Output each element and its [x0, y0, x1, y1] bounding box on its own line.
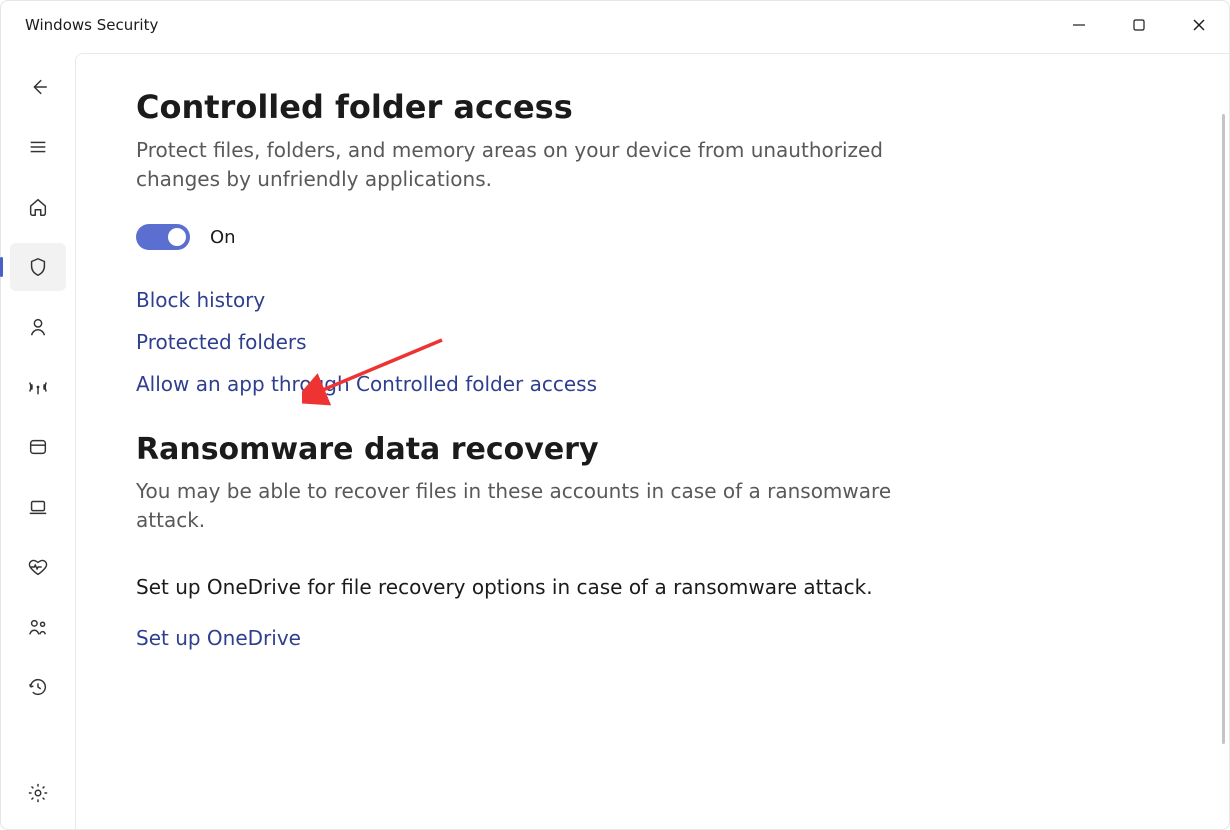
cfa-toggle[interactable] [136, 224, 190, 250]
close-button[interactable] [1169, 1, 1229, 49]
title-bar: Windows Security [1, 1, 1229, 49]
nav-app-browser-control[interactable] [10, 423, 66, 471]
cfa-toggle-label: On [210, 227, 236, 248]
laptop-icon [27, 496, 49, 518]
history-icon [27, 676, 49, 698]
nav-family-options[interactable] [10, 603, 66, 651]
recovery-heading: Ransomware data recovery [136, 432, 1169, 467]
maximize-button[interactable] [1109, 1, 1169, 49]
window-controls [1049, 1, 1229, 49]
family-icon [27, 616, 49, 638]
minimize-button[interactable] [1049, 1, 1109, 49]
recovery-description: You may be able to recover files in thes… [136, 477, 916, 535]
nav-home[interactable] [10, 183, 66, 231]
page-description: Protect files, folders, and memory areas… [136, 136, 916, 194]
maximize-icon [1132, 18, 1146, 32]
nav-firewall[interactable] [10, 363, 66, 411]
nav-device-performance[interactable] [10, 543, 66, 591]
app-window-icon [27, 436, 49, 458]
setup-onedrive-link[interactable]: Set up OneDrive [136, 626, 301, 650]
shield-icon [27, 256, 49, 278]
nav-device-security[interactable] [10, 483, 66, 531]
protected-folders-link[interactable]: Protected folders [136, 330, 307, 354]
nav-settings[interactable] [10, 769, 66, 817]
heart-pulse-icon [27, 556, 49, 578]
nav-account-protection[interactable] [10, 303, 66, 351]
close-icon [1192, 18, 1206, 32]
person-icon [27, 316, 49, 338]
nav-protection-history[interactable] [10, 663, 66, 711]
content-area: Controlled folder access Protect files, … [75, 53, 1229, 829]
window-title: Windows Security [25, 16, 158, 34]
back-button[interactable] [10, 63, 66, 111]
block-history-link[interactable]: Block history [136, 288, 265, 312]
page-title: Controlled folder access [136, 88, 1169, 126]
antenna-icon [27, 376, 49, 398]
home-icon [27, 196, 49, 218]
scrollbar[interactable] [1222, 114, 1225, 829]
nav-virus-protection[interactable] [10, 243, 66, 291]
scrollbar-thumb[interactable] [1222, 114, 1225, 744]
cfa-links: Block history Protected folders Allow an… [136, 288, 1169, 396]
gear-icon [27, 782, 49, 804]
allow-app-link[interactable]: Allow an app through Controlled folder a… [136, 372, 597, 396]
cfa-toggle-row: On [136, 224, 1169, 250]
hamburger-icon [27, 136, 49, 158]
sidebar [1, 49, 75, 829]
nav-menu-button[interactable] [10, 123, 66, 171]
onedrive-prompt: Set up OneDrive for file recovery option… [136, 573, 916, 602]
minimize-icon [1072, 18, 1086, 32]
back-arrow-icon [27, 76, 49, 98]
